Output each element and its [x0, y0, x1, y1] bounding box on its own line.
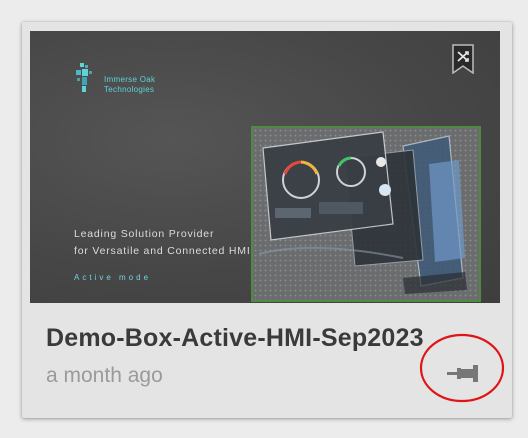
company-name-line2: Technologies [104, 85, 155, 94]
shuffle-bookmark-icon[interactable] [452, 44, 474, 74]
video-card[interactable]: Immerse Oak Technologies Leading Solutio… [22, 22, 512, 418]
company-name-line1: Immerse Oak [104, 75, 156, 84]
hmi-preview-image [251, 126, 481, 302]
tagline-line1: Leading Solution Provider [74, 228, 215, 240]
company-logo-icon [76, 63, 92, 92]
company-name: Immerse Oak Technologies [104, 75, 155, 95]
mode-label: Active mode [74, 273, 152, 282]
video-thumbnail[interactable]: Immerse Oak Technologies Leading Solutio… [30, 31, 500, 303]
upload-time: a month ago [46, 364, 163, 387]
video-title[interactable]: Demo-Box-Active-HMI-Sep2023 [46, 324, 498, 353]
pin-icon [447, 365, 478, 382]
pin-button[interactable] [446, 360, 482, 388]
hmi-screens-illustration [258, 131, 467, 294]
tagline-line2: for Versatile and Connected HMIs. [74, 245, 261, 257]
thumbnail-tagline: Leading Solution Provider for Versatile … [74, 226, 260, 260]
